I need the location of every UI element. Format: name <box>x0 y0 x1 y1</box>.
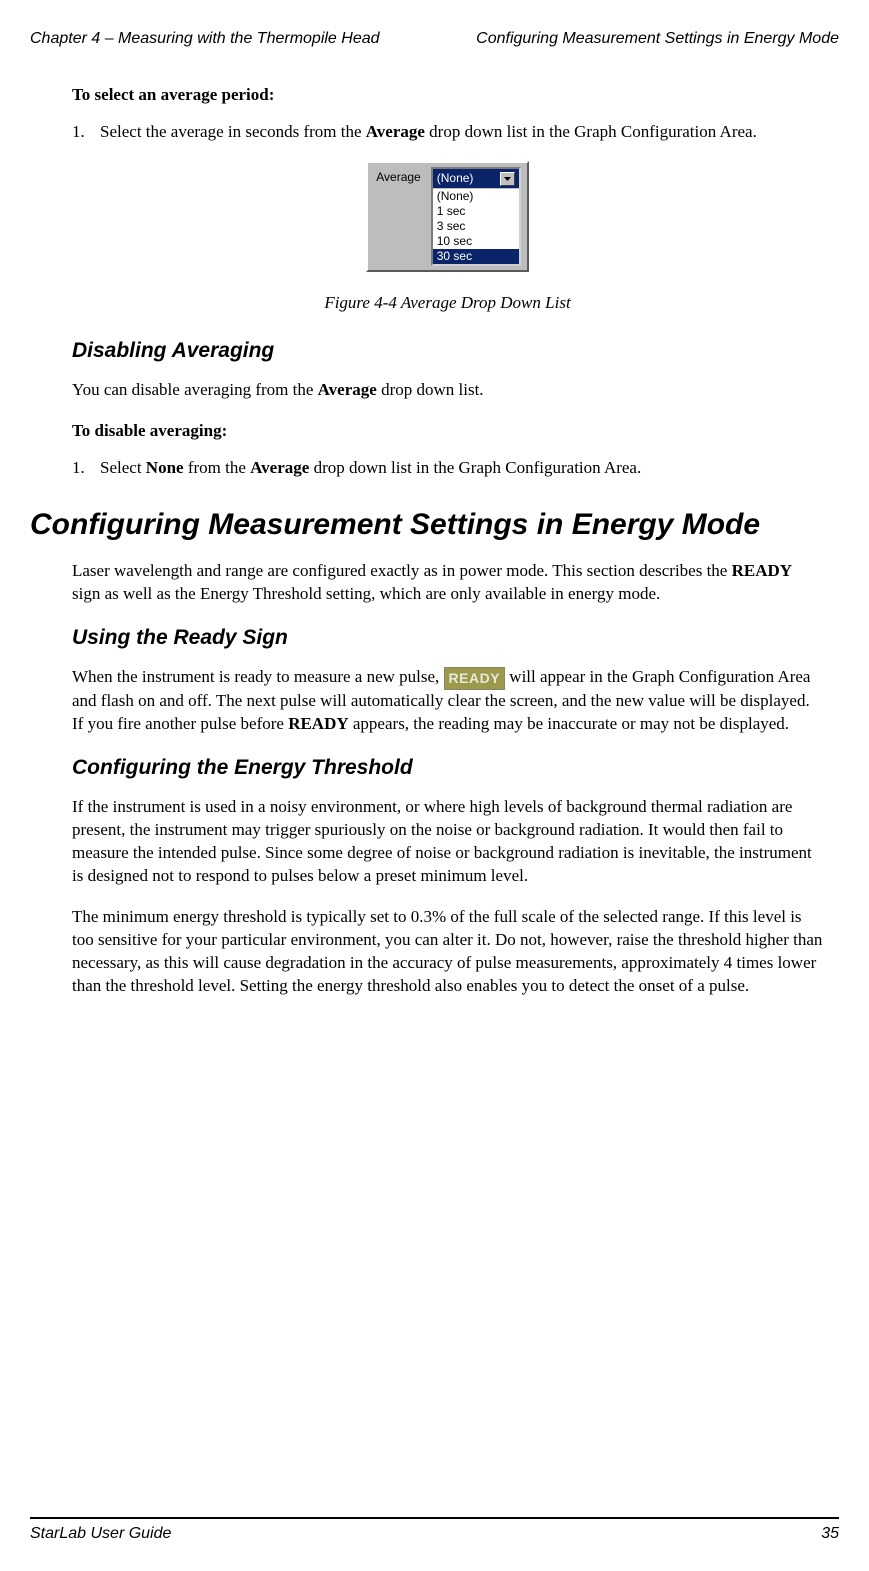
dropdown-selected-text: (None) <box>437 170 474 186</box>
bold-word: Average <box>250 458 309 477</box>
text-fragment: Select the average in seconds from the <box>100 122 366 141</box>
list-number: 1. <box>72 121 100 144</box>
list-number: 1. <box>72 457 100 480</box>
para-threshold-2: The minimum energy threshold is typicall… <box>72 906 823 998</box>
intro-disable-averaging: To disable averaging: <box>72 420 823 443</box>
para-energy-intro: Laser wavelength and range are configure… <box>72 560 823 606</box>
text-fragment: drop down list in the Graph Configuratio… <box>309 458 641 477</box>
text-fragment: drop down list. <box>377 380 484 399</box>
heading-disabling-averaging: Disabling Averaging <box>72 337 823 365</box>
dropdown-option[interactable]: 10 sec <box>433 234 519 249</box>
para-disable-averaging: You can disable averaging from the Avera… <box>72 379 823 402</box>
average-dropdown[interactable]: (None) (None) 1 sec 3 sec 10 sec 30 sec <box>431 167 521 265</box>
bold-word: None <box>146 458 184 477</box>
text-fragment: from the <box>184 458 251 477</box>
running-header: Chapter 4 – Measuring with the Thermopil… <box>30 28 839 50</box>
running-header-right: Configuring Measurement Settings in Ener… <box>476 28 839 50</box>
dropdown-selected[interactable]: (None) <box>433 169 519 187</box>
heading-using-ready-sign: Using the Ready Sign <box>72 624 823 652</box>
bold-word: Average <box>318 380 377 399</box>
average-dropdown-panel: Average (None) (None) 1 sec 3 sec 10 sec… <box>366 161 528 271</box>
step-select-average: 1. Select the average in seconds from th… <box>72 121 823 144</box>
text-fragment: appears, the reading may be inaccurate o… <box>349 714 789 733</box>
footer-title: StarLab User Guide <box>30 1523 171 1545</box>
bold-word: READY <box>732 561 792 580</box>
dropdown-option[interactable]: 3 sec <box>433 219 519 234</box>
dropdown-list: (None) 1 sec 3 sec 10 sec 30 sec <box>433 188 519 264</box>
text-fragment: Laser wavelength and range are configure… <box>72 561 732 580</box>
dropdown-option[interactable]: 1 sec <box>433 204 519 219</box>
intro-select-average: To select an average period: <box>72 84 823 107</box>
text-fragment: When the instrument is ready to measure … <box>72 667 444 686</box>
ready-badge-icon: READY <box>444 667 506 690</box>
page-footer: StarLab User Guide 35 <box>30 1517 839 1545</box>
chevron-down-icon[interactable] <box>500 172 515 186</box>
text-fragment: You can disable averaging from the <box>72 380 318 399</box>
heading-configuring-energy-mode: Configuring Measurement Settings in Ener… <box>30 508 839 543</box>
step-text: Select None from the Average drop down l… <box>100 457 823 480</box>
text-fragment: Select <box>100 458 146 477</box>
text-fragment: drop down list in the Graph Configuratio… <box>425 122 757 141</box>
dropdown-option-highlighted[interactable]: 30 sec <box>433 249 519 264</box>
dropdown-option[interactable]: (None) <box>433 189 519 204</box>
running-header-left: Chapter 4 – Measuring with the Thermopil… <box>30 28 380 50</box>
para-ready-sign: When the instrument is ready to measure … <box>72 666 823 735</box>
bold-word: READY <box>288 714 348 733</box>
figure-caption: Figure 4-4 Average Drop Down List <box>72 292 823 315</box>
dropdown-label: Average <box>376 167 420 185</box>
step-text: Select the average in seconds from the A… <box>100 121 823 144</box>
heading-energy-threshold: Configuring the Energy Threshold <box>72 754 823 782</box>
step-disable-averaging: 1. Select None from the Average drop dow… <box>72 457 823 480</box>
para-threshold-1: If the instrument is used in a noisy env… <box>72 796 823 888</box>
page-number: 35 <box>821 1523 839 1545</box>
text-fragment: sign as well as the Energy Threshold set… <box>72 584 660 603</box>
bold-word: Average <box>366 122 425 141</box>
